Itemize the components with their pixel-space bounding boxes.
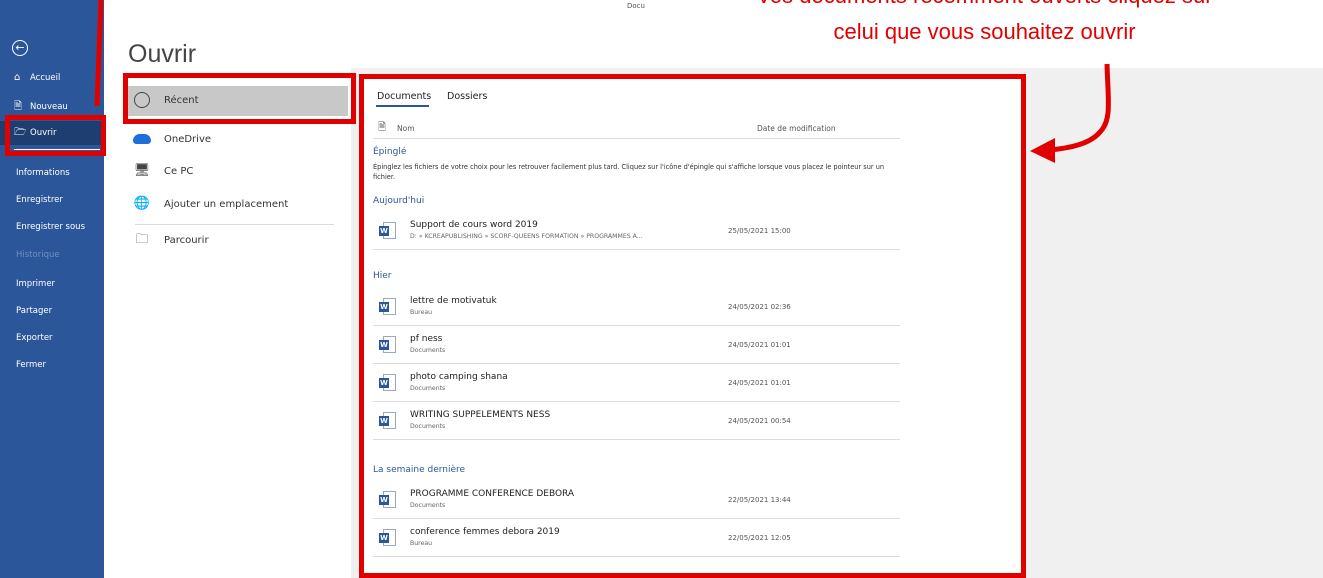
highlight-box-recent: [123, 73, 356, 124]
nav-item-enregistrer[interactable]: Enregistrer: [0, 188, 104, 212]
location-ajouter-emplacement[interactable]: 🌐 Ajouter un emplacement: [132, 191, 288, 219]
highlight-box-file-list: [359, 74, 1026, 578]
location-separator: [135, 224, 334, 225]
nav-item-fermer[interactable]: Fermer: [0, 353, 104, 377]
globe-add-icon: 🌐: [133, 196, 151, 211]
callout-text-line2: celui que vous souhaitez ouvrir: [833, 19, 1136, 44]
location-parcourir[interactable]: 🗀 Parcourir: [132, 227, 208, 255]
window-document-label: Docu: [627, 2, 645, 10]
computer-icon: 🖥: [133, 163, 151, 178]
callout-text-line1: Vos documents récemment ouverts cliquez …: [646, 0, 1323, 9]
nav-item-imprimer[interactable]: Imprimer: [0, 272, 104, 296]
highlight-box-ouvrir: [5, 115, 106, 156]
nav-item-partager[interactable]: Partager: [0, 299, 104, 323]
nav-item-enregistrer-sous[interactable]: Enregistrer sous: [0, 215, 104, 239]
folder-icon: 🗀: [135, 232, 149, 247]
page-title: Ouvrir: [128, 40, 197, 68]
nav-item-historique: Historique: [16, 250, 60, 260]
cloud-icon: [132, 131, 152, 147]
nav-item-informations[interactable]: Informations: [0, 161, 104, 185]
location-onedrive[interactable]: OneDrive: [132, 126, 211, 154]
location-ce-pc[interactable]: 🖥 Ce PC: [132, 158, 194, 186]
nav-item-exporter[interactable]: Exporter: [0, 326, 104, 350]
back-arrow-icon[interactable]: ←: [12, 40, 28, 56]
nav-item-accueil[interactable]: ⌂ Accueil: [0, 66, 104, 90]
home-icon: ⌂: [14, 72, 21, 83]
